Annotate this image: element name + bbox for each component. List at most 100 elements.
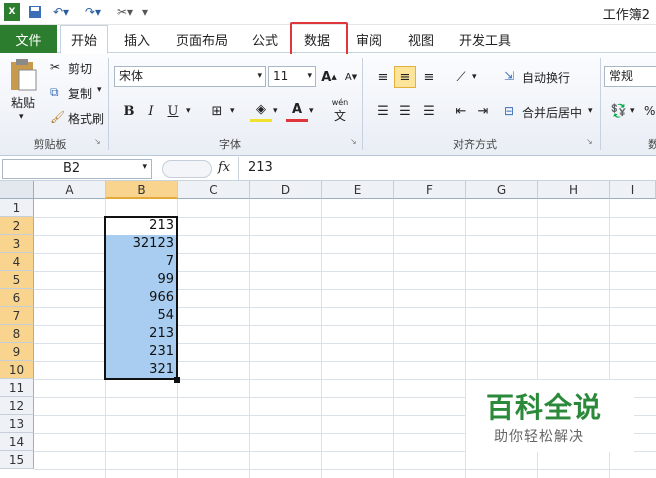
format-painter-button[interactable]: 格式刷 — [68, 110, 104, 127]
fill-handle[interactable] — [174, 377, 180, 383]
align-bottom-icon[interactable]: ≡ — [418, 66, 440, 88]
italic-button[interactable]: I — [140, 100, 162, 122]
font-color-icon[interactable]: A — [286, 100, 308, 122]
selection-border — [104, 216, 178, 380]
row-header[interactable]: 11 — [0, 379, 34, 397]
tab-page-layout[interactable]: 页面布局 — [166, 25, 238, 53]
save-icon[interactable] — [26, 3, 44, 21]
undo-icon[interactable]: ↶▾ — [48, 3, 74, 21]
phonetic-icon[interactable]: wén 文 — [326, 98, 354, 126]
group-separator — [600, 58, 601, 150]
align-left-icon[interactable]: ☰ — [372, 100, 394, 122]
name-box-value: B2 — [63, 161, 81, 176]
shrink-font-icon[interactable]: A ▼ — [340, 66, 362, 88]
format-painter-icon[interactable]: 🖌 — [50, 110, 65, 124]
merge-center-button[interactable]: 合并后居中 — [522, 104, 582, 121]
underline-dropdown-icon[interactable]: ▾ — [186, 106, 191, 116]
gridline — [249, 199, 250, 478]
copy-icon[interactable]: ⧉ — [50, 85, 59, 100]
font-name-combo[interactable]: 宋体 ▾ — [114, 66, 266, 87]
borders-dropdown-icon[interactable]: ▾ — [230, 106, 235, 116]
row-header[interactable]: 7 — [0, 307, 34, 325]
row-header[interactable]: 10 — [0, 361, 34, 379]
column-header-g[interactable]: G — [466, 181, 538, 199]
column-header-b[interactable]: B — [106, 181, 178, 199]
row-header[interactable]: 3 — [0, 235, 34, 253]
percent-button[interactable]: % — [644, 104, 655, 118]
formula-input[interactable]: 213 — [248, 160, 273, 175]
ribbon: 粘贴 ▾ ✂ 剪切 ⧉ 复制 ▾ 🖌 格式刷 剪贴板 ↘ 宋体 ▾ 11 ▾ A ▲ … — [0, 54, 656, 156]
row-header[interactable]: 15 — [0, 451, 34, 469]
column-header-d[interactable]: D — [250, 181, 322, 199]
borders-icon[interactable]: ⊞ — [206, 100, 228, 122]
fill-color-icon[interactable]: ◈ — [250, 100, 272, 122]
row-header[interactable]: 5 — [0, 271, 34, 289]
align-center-icon[interactable]: ☰ — [394, 100, 416, 122]
row-header[interactable]: 6 — [0, 289, 34, 307]
cut-icon[interactable]: ✂ — [50, 60, 60, 74]
orientation-icon[interactable]: ⟋ — [450, 66, 472, 88]
row-header[interactable]: 4 — [0, 253, 34, 271]
tab-view[interactable]: 视图 — [398, 25, 444, 53]
currency-dropdown-icon[interactable]: ▾ — [630, 106, 635, 116]
select-all-corner[interactable] — [0, 181, 34, 199]
row-header[interactable]: 9 — [0, 343, 34, 361]
merge-center-icon[interactable]: ⊟ — [504, 104, 514, 118]
column-header-a[interactable]: A — [34, 181, 106, 199]
clipboard-icon[interactable] — [8, 58, 38, 92]
row-header[interactable]: 13 — [0, 415, 34, 433]
row-header[interactable]: 1 — [0, 199, 34, 217]
wrap-text-button[interactable]: 自动换行 — [522, 69, 570, 86]
excel-icon[interactable]: X — [4, 3, 20, 21]
align-top-icon[interactable]: ≡ — [372, 66, 394, 88]
qat-menu-icon[interactable]: ▾ — [140, 3, 150, 21]
font-color-dropdown-icon[interactable]: ▾ — [309, 106, 314, 116]
alignment-launcher-icon[interactable]: ↘ — [586, 137, 593, 146]
row-header[interactable]: 12 — [0, 397, 34, 415]
font-size-value: 11 — [273, 69, 289, 83]
align-right-icon[interactable]: ☰ — [418, 100, 440, 122]
row-header[interactable]: 8 — [0, 325, 34, 343]
align-middle-icon[interactable]: ≡ — [394, 66, 416, 88]
tab-home[interactable]: 开始 — [60, 25, 108, 54]
currency-icon[interactable]: 💱 — [608, 100, 630, 122]
row-header[interactable]: 2 — [0, 217, 34, 235]
name-box[interactable]: B2 ▾ — [2, 159, 152, 179]
font-size-combo[interactable]: 11 ▾ — [268, 66, 316, 87]
increase-indent-icon[interactable]: ⇥ — [472, 100, 494, 122]
column-header-e[interactable]: E — [322, 181, 394, 199]
wrap-text-icon[interactable]: ⇲ — [504, 69, 514, 83]
redo-icon[interactable]: ↷▾ — [80, 3, 106, 21]
fill-dropdown-icon[interactable]: ▾ — [273, 106, 278, 116]
paste-button[interactable]: 粘贴 — [11, 94, 35, 111]
tab-file[interactable]: 文件 — [0, 25, 57, 53]
orientation-dropdown-icon[interactable]: ▾ — [472, 72, 477, 82]
copy-dropdown-icon[interactable]: ▾ — [97, 85, 102, 95]
tab-formulas[interactable]: 公式 — [242, 25, 288, 53]
insert-function-icon[interactable]: fx — [218, 160, 230, 175]
cut-button[interactable]: 剪切 — [68, 60, 92, 77]
tab-developer[interactable]: 开发工具 — [452, 25, 518, 53]
customize-icon[interactable]: ✂▾ — [112, 3, 138, 21]
gridline — [321, 199, 322, 478]
clipboard-launcher-icon[interactable]: ↘ — [94, 137, 101, 146]
underline-button[interactable]: U — [162, 100, 184, 122]
row-header[interactable]: 14 — [0, 433, 34, 451]
tab-review[interactable]: 审阅 — [346, 25, 392, 53]
copy-button[interactable]: 复制 — [68, 85, 92, 102]
font-launcher-icon[interactable]: ↘ — [350, 137, 357, 146]
column-header-f[interactable]: F — [394, 181, 466, 199]
column-header-c[interactable]: C — [178, 181, 250, 199]
alignment-group-label: 对齐方式 — [453, 138, 497, 151]
bold-button[interactable]: B — [118, 100, 140, 122]
column-header-h[interactable]: H — [538, 181, 610, 199]
decrease-indent-icon[interactable]: ⇤ — [450, 100, 472, 122]
number-format-combo[interactable]: 常规 — [604, 66, 656, 87]
tab-insert[interactable]: 插入 — [114, 25, 160, 53]
grow-font-icon[interactable]: A ▲ — [318, 66, 340, 88]
merge-dropdown-icon[interactable]: ▾ — [588, 106, 593, 116]
column-header-i[interactable]: I — [610, 181, 656, 199]
gridline — [34, 469, 656, 470]
number-group-label: 数 — [648, 138, 656, 151]
paste-dropdown-icon[interactable]: ▾ — [19, 112, 24, 122]
